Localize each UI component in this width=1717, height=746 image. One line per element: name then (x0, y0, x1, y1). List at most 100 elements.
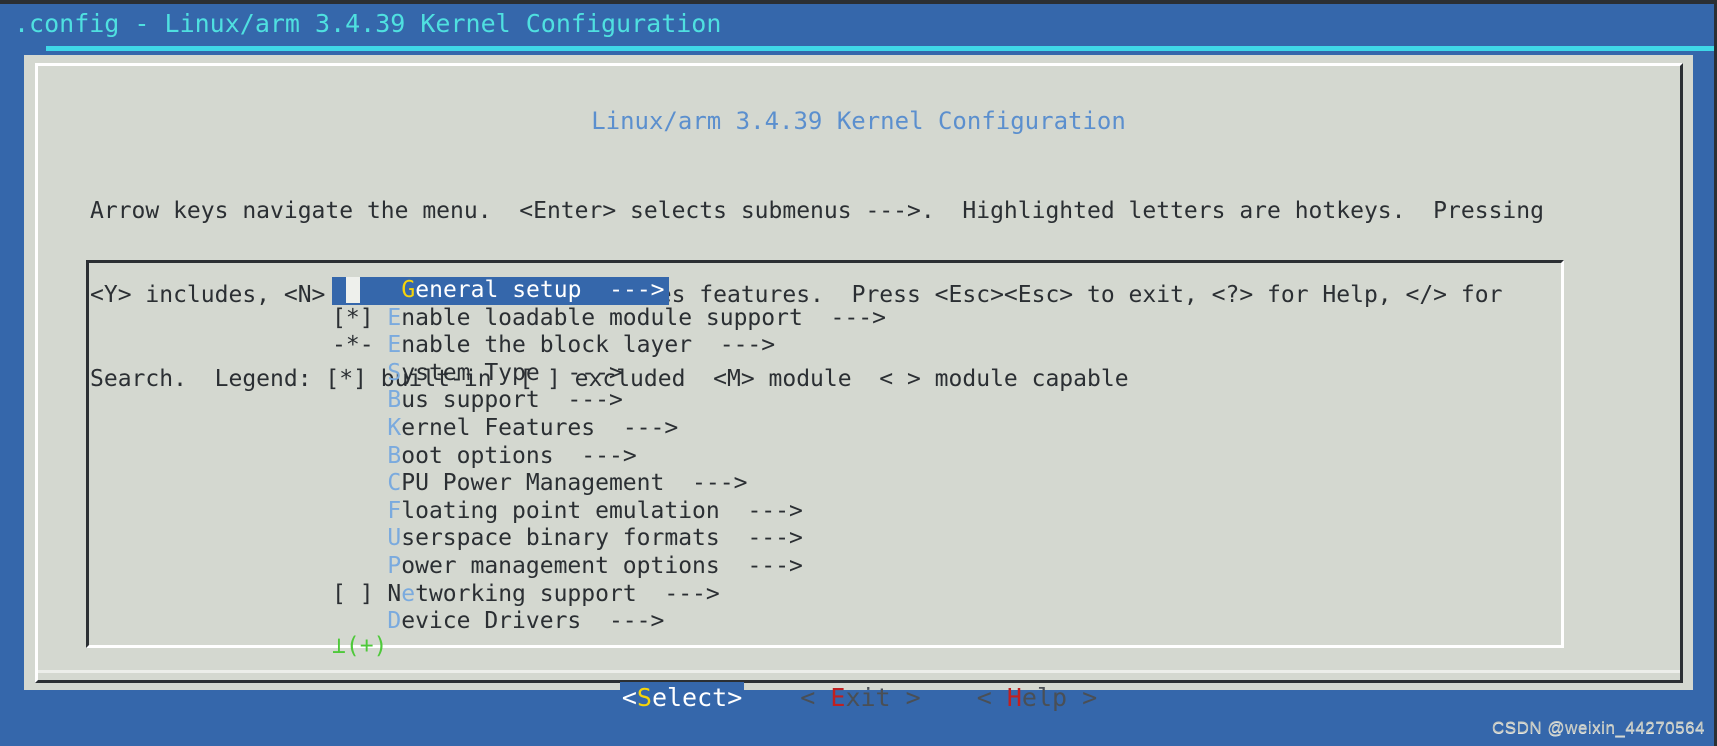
menu-item-label: ower management options (401, 552, 720, 579)
submenu-arrow-icon: ---> (595, 414, 679, 441)
button-hotkey: E (830, 683, 846, 712)
button-hotkey: H (1006, 683, 1022, 712)
menu-item[interactable]: Kernel Features ---> (332, 415, 886, 443)
kernel-config-window: .config - Linux/arm 3.4.39 Kernel Config… (0, 0, 1717, 746)
button-bracket-left: < (976, 683, 1007, 712)
help-button[interactable]: < Help > (977, 683, 1097, 712)
menu-row[interactable]: Device Drivers ---> (332, 608, 886, 636)
menu-item-hotkey: E (387, 304, 402, 331)
menu-item-prefix (332, 443, 387, 469)
menu-row[interactable]: Bus support ---> (332, 387, 886, 415)
menu-item-prefix (332, 553, 387, 579)
menu-item-label: loating point emulation (401, 497, 720, 524)
menu-item-prefix (332, 498, 387, 524)
button-hotkey: S (636, 683, 652, 712)
menu-list[interactable]: General setup ---> [*] Enable loadable mo… (332, 277, 886, 636)
submenu-arrow-icon: ---> (539, 387, 623, 414)
submenu-arrow-icon: ---> (802, 304, 886, 331)
menu-item-hotkey: e (401, 580, 416, 607)
menu-item[interactable]: Floating point emulation ---> (332, 498, 886, 526)
select-button[interactable]: <Select> (619, 682, 745, 713)
menu-item-prefix (332, 525, 387, 551)
menu-item[interactable]: Power management options ---> (332, 553, 886, 581)
menu-row[interactable]: Power management options ---> (332, 553, 886, 581)
menu-item[interactable]: Device Drivers ---> (332, 608, 886, 636)
submenu-arrow-icon: ---> (636, 580, 720, 607)
title-underline-rule (46, 46, 1717, 51)
button-bar: <Select> < Exit > < Help > (24, 682, 1693, 713)
menu-row[interactable]: Boot options ---> (332, 443, 886, 471)
exit-button[interactable]: < Exit > (800, 683, 920, 712)
menu-item[interactable]: General setup ---> (332, 277, 669, 305)
submenu-arrow-icon: ---> (719, 525, 803, 552)
menu-item-label: ystem Type (401, 359, 540, 386)
menu-item-label: nable loadable module support (401, 304, 803, 331)
submenu-arrow-icon: ---> (539, 359, 623, 386)
menu-item-hotkey: P (387, 552, 402, 579)
menu-item[interactable]: Boot options ---> (332, 443, 886, 471)
menu-row[interactable]: CPU Power Management ---> (332, 470, 886, 498)
menu-item[interactable]: Bus support ---> (332, 387, 886, 415)
menu-item-hotkey: B (387, 387, 402, 414)
help-line-1: Arrow keys navigate the menu. <Enter> se… (90, 198, 1544, 224)
menu-item-prefix (332, 277, 346, 303)
menu-item-label: serspace binary formats (401, 525, 720, 552)
window-title: .config - Linux/arm 3.4.39 Kernel Config… (14, 8, 722, 38)
menu-row[interactable]: General setup ---> (332, 277, 886, 305)
button-bracket-right: > (1067, 683, 1098, 712)
menu-item-label: PU Power Management (401, 470, 665, 497)
menu-item[interactable]: [ ] Networking support ---> (332, 581, 886, 609)
menu-item-label: nable the block layer (401, 332, 693, 359)
button-label: elp (1021, 683, 1068, 712)
menu-item-label: eneral setup (415, 277, 582, 303)
menu-item[interactable]: [*] Enable loadable module support ---> (332, 305, 886, 333)
menu-item-hotkey: G (401, 277, 416, 303)
window-titlebar: .config - Linux/arm 3.4.39 Kernel Config… (0, 4, 1717, 42)
submenu-arrow-icon: ---> (719, 552, 803, 579)
menu-item-prefix: [*] (332, 304, 388, 331)
selection-cursor-block (345, 277, 360, 303)
submenu-arrow-icon: ---> (553, 442, 637, 469)
menu-item-label-pre: N (387, 580, 402, 607)
menu-item-prefix (332, 415, 387, 441)
menu-row[interactable]: System Type ---> (332, 360, 886, 388)
button-bar-separator (38, 670, 1680, 673)
menu-item[interactable]: -*- Enable the block layer ---> (332, 332, 886, 360)
menu-item-hotkey: B (387, 442, 402, 469)
button-label: elect (651, 683, 728, 712)
menu-row[interactable]: [*] Enable loadable module support ---> (332, 305, 886, 333)
menu-row[interactable]: Kernel Features ---> (332, 415, 886, 443)
menu-item-label: ernel Features (401, 414, 596, 441)
menu-item-hotkey: U (387, 525, 402, 552)
menu-row[interactable]: Floating point emulation ---> (332, 498, 886, 526)
menu-item-hotkey: D (387, 608, 402, 635)
menu-item[interactable]: CPU Power Management ---> (332, 470, 886, 498)
menu-item-label: tworking support (415, 580, 637, 607)
button-label: xit (845, 683, 891, 712)
menu-row[interactable]: -*- Enable the block layer ---> (332, 332, 886, 360)
submenu-arrow-icon: ---> (581, 608, 665, 635)
menu-item[interactable]: Userspace binary formats ---> (332, 525, 886, 553)
menu-item-hotkey: C (387, 470, 402, 497)
scroll-more-indicator: ⊥(+) (332, 633, 388, 659)
button-bracket-left: < (621, 683, 637, 712)
menu-row[interactable]: [ ] Networking support ---> (332, 581, 886, 609)
menu-item-prefix: -*- (332, 332, 388, 359)
button-bracket-right: > (890, 683, 921, 712)
menu-item-prefix: [ ] (332, 580, 388, 607)
menu-item-hotkey: E (387, 332, 402, 359)
submenu-arrow-icon: ---> (692, 332, 776, 359)
button-bracket-left: < (800, 683, 831, 712)
menu-item[interactable]: System Type ---> (332, 360, 886, 388)
submenu-arrow-icon: ---> (581, 277, 665, 303)
watermark: CSDN @weixin_44270564 (1492, 718, 1705, 737)
menu-item-label: evice Drivers (401, 608, 582, 635)
button-bracket-right: > (727, 683, 743, 712)
menu-item-prefix (332, 608, 387, 634)
menu-item-gap (360, 277, 402, 303)
menu-item-prefix (332, 387, 387, 413)
submenu-arrow-icon: ---> (719, 497, 803, 524)
menu-row[interactable]: Userspace binary formats ---> (332, 525, 886, 553)
menu-item-label: us support (401, 387, 540, 414)
menu-item-hotkey: K (387, 414, 402, 441)
